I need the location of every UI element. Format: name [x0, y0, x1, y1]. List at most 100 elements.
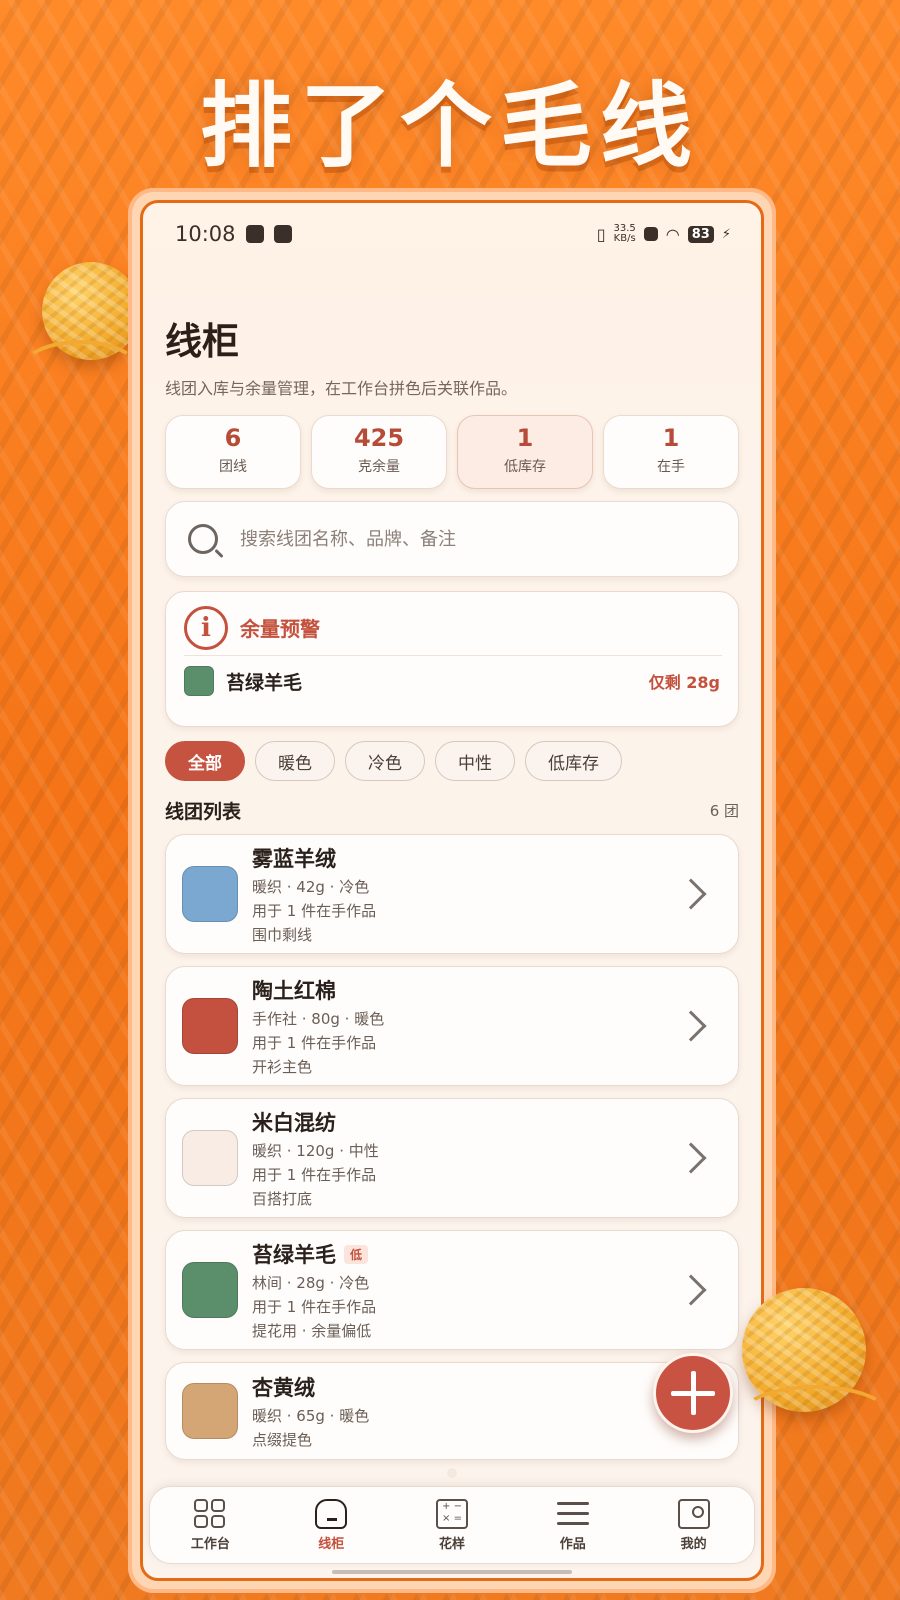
low-stock-alert-card[interactable]: i 余量预警 苔绿羊毛 仅剩 28g	[165, 591, 739, 727]
filter-chip-all[interactable]: 全部	[165, 741, 245, 781]
color-swatch	[182, 998, 238, 1054]
alert-item-row[interactable]: 苔绿羊毛 仅剩 28g	[184, 656, 722, 706]
alert-title: 余量预警	[240, 617, 320, 641]
yarn-meta: 手作社 · 80g · 暖色	[252, 1010, 385, 1028]
stat-card-yarn-count[interactable]: 6 团线	[165, 415, 301, 489]
tab-label: 工作台	[190, 1536, 230, 1552]
stat-label: 团线	[219, 459, 247, 475]
stat-card-in-hand[interactable]: 1 在手	[603, 415, 739, 489]
tab-label: 线柜	[318, 1536, 345, 1552]
promo-banner-title: 排了个毛线	[199, 73, 700, 180]
yarn-usage: 用于 1 件在手作品	[252, 902, 377, 920]
yarn-usage: 用于 1 件在手作品	[252, 1166, 377, 1184]
stat-card-grams-left[interactable]: 425 克余量	[311, 415, 447, 489]
tab-patterns[interactable]: + − × = 花样	[392, 1498, 513, 1552]
vibrate-icon: ▯	[596, 224, 606, 244]
filter-chip-low-stock[interactable]: 低库存	[525, 741, 622, 781]
home-indicator	[332, 1570, 572, 1574]
yarn-usage: 用于 1 件在手作品	[252, 1034, 377, 1052]
yarn-name: 苔绿羊毛	[252, 1243, 336, 1267]
yarn-note: 开衫主色	[252, 1058, 313, 1076]
search-input[interactable]	[240, 528, 660, 550]
tab-workbench[interactable]: 工作台	[150, 1498, 271, 1552]
alert-item-remain: 仅剩 28g	[648, 673, 720, 692]
stat-card-low-stock[interactable]: 1 低库存	[457, 415, 593, 489]
yarn-note: 提花用 · 余量偏低	[252, 1322, 372, 1340]
yarn-card[interactable]: 陶土红棉 手作社 · 80g · 暖色 用于 1 件在手作品 开衫主色	[165, 966, 739, 1086]
menu-icon	[556, 1499, 589, 1529]
tab-yarn-cabinet[interactable]: 线柜	[271, 1498, 392, 1552]
alert-header: i 余量预警	[184, 605, 722, 656]
yarn-usage: 点缀提色	[252, 1431, 313, 1449]
chevron-right-icon	[675, 1010, 707, 1042]
bottom-tab-bar: 工作台 线柜 + − × = 花样 作品 我的	[149, 1486, 755, 1564]
yarn-card[interactable]: 米白混纺 暖织 · 120g · 中性 用于 1 件在手作品 百搭打底	[165, 1098, 739, 1218]
filter-chip-cool[interactable]: 冷色	[345, 741, 425, 781]
filter-chip-warm[interactable]: 暖色	[255, 741, 335, 781]
search-icon	[188, 524, 218, 554]
info-icon: i	[184, 605, 228, 650]
page-subtitle: 线团入库与余量管理，在工作台拼色后关联作品。	[165, 379, 518, 398]
stat-label: 在手	[657, 459, 685, 475]
yarn-name: 陶土红棉	[252, 979, 336, 1003]
grid-icon	[194, 1498, 226, 1529]
profile-card-icon	[677, 1498, 710, 1529]
battery-icon: 83	[687, 225, 714, 243]
page-indicator-dot	[447, 1468, 457, 1478]
yarn-name: 杏黄绒	[252, 1376, 315, 1400]
network-speed-unit: KB/s	[613, 233, 636, 244]
color-swatch	[184, 666, 214, 696]
yarn-card[interactable]: 苔绿羊毛 低 林间 · 28g · 冷色 用于 1 件在手作品 提花用 · 余量…	[165, 1230, 739, 1350]
yarn-note: 围巾剩线	[252, 926, 313, 944]
yarn-tail-decoration-right	[740, 1385, 890, 1445]
color-swatch	[182, 1130, 238, 1186]
status-bar: 10:08 ▯ 33.5 KB/s ◠ 83 ⚡	[143, 203, 761, 265]
tab-label: 花样	[438, 1536, 465, 1552]
wifi-icon: ◠	[665, 224, 680, 244]
charging-icon: ⚡	[721, 226, 731, 242]
search-bar[interactable]	[165, 501, 739, 577]
yarn-meta: 林间 · 28g · 冷色	[252, 1274, 370, 1292]
phone-frame: 10:08 ▯ 33.5 KB/s ◠ 83 ⚡ 线柜 线团入库与余量管理，在工…	[128, 188, 776, 1593]
filter-chips: 全部 暖色 冷色 中性 低库存	[165, 741, 739, 781]
yarn-name: 雾蓝羊绒	[252, 847, 336, 871]
color-swatch	[182, 1262, 238, 1318]
stats-row: 6 团线 425 克余量 1 低库存 1 在手	[165, 415, 739, 489]
stat-label: 低库存	[504, 459, 546, 475]
add-yarn-button[interactable]	[653, 1353, 733, 1433]
phone-screen: 10:08 ▯ 33.5 KB/s ◠ 83 ⚡ 线柜 线团入库与余量管理，在工…	[140, 200, 764, 1581]
mail-notification-icon	[245, 225, 264, 243]
yarn-note: 百搭打底	[252, 1190, 313, 1208]
yarn-card[interactable]: 雾蓝羊绒 暖织 · 42g · 冷色 用于 1 件在手作品 围巾剩线	[165, 834, 739, 954]
tab-me[interactable]: 我的	[633, 1498, 754, 1552]
stat-value: 1	[662, 424, 680, 452]
home-icon	[315, 1498, 348, 1529]
list-title: 线团列表	[165, 801, 242, 823]
yarn-meta: 暖织 · 120g · 中性	[252, 1142, 379, 1160]
list-count: 6 团	[709, 802, 739, 820]
yarn-tail-decoration-left	[20, 340, 140, 400]
low-stock-badge: 低	[344, 1244, 369, 1264]
chevron-right-icon	[675, 1274, 707, 1306]
color-swatch	[182, 1383, 238, 1439]
sim-off-icon	[643, 227, 658, 241]
chevron-right-icon	[675, 1142, 707, 1174]
page-title: 线柜	[165, 320, 239, 363]
stat-value: 6	[224, 424, 242, 452]
yarn-meta: 暖织 · 42g · 冷色	[252, 878, 370, 896]
yarn-usage: 用于 1 件在手作品	[252, 1298, 377, 1316]
status-time: 10:08	[175, 222, 236, 246]
yarn-list: 雾蓝羊绒 暖织 · 42g · 冷色 用于 1 件在手作品 围巾剩线 陶土红棉 …	[165, 834, 739, 1460]
tab-works[interactable]: 作品	[512, 1499, 633, 1552]
main-content: 线柜 线团入库与余量管理，在工作台拼色后关联作品。 6 团线 425 克余量 1…	[143, 311, 761, 1460]
stat-value: 1	[516, 424, 534, 452]
stat-label: 克余量	[358, 459, 400, 475]
app-notification-icon	[273, 225, 292, 243]
calculator-icon: + − × =	[435, 1498, 468, 1529]
tab-label: 我的	[680, 1536, 707, 1552]
filter-chip-neutral[interactable]: 中性	[435, 741, 515, 781]
list-header: 线团列表 6 团	[165, 797, 739, 824]
network-speed: 33.5 KB/s	[614, 224, 636, 244]
yarn-card[interactable]: 杏黄绒 暖织 · 65g · 暖色 点缀提色	[165, 1362, 739, 1460]
tab-label: 作品	[559, 1536, 586, 1552]
